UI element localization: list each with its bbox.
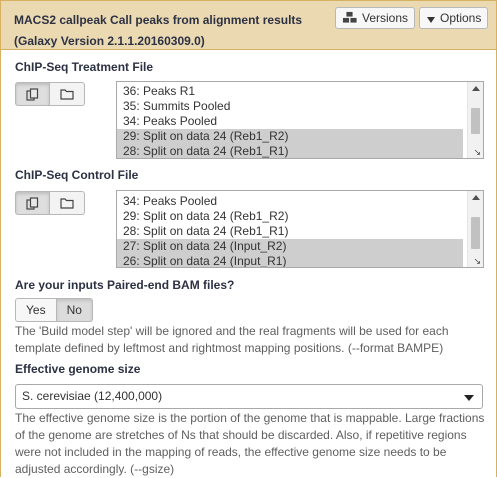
tool-title: MACS2 callpeak Call peaks from alignment…	[14, 10, 324, 52]
folder-icon	[60, 89, 74, 100]
control-option[interactable]: 29: Split on data 24 (Reb1_R2)	[117, 209, 463, 224]
treatment-select[interactable]: 36: Peaks R1 35: Summits Pooled 34: Peak…	[116, 81, 484, 159]
treatment-label: ChIP-Seq Treatment File	[15, 60, 154, 74]
options-button[interactable]: Options	[419, 7, 489, 29]
tool-header: MACS2 callpeak Call peaks from alignment…	[1, 1, 496, 50]
treatment-option-selected[interactable]: 29: Split on data 24 (Reb1_R2)	[117, 129, 463, 144]
control-option[interactable]: 28: Split on data 24 (Reb1_R1)	[117, 224, 463, 239]
control-mode-switch	[15, 191, 85, 215]
paired-yes-button[interactable]: Yes	[15, 298, 57, 322]
genome-size-value: S. cerevisiae (12,400,000)	[22, 389, 163, 403]
tool-title-version: (Galaxy Version 2.1.1.20160309.0)	[14, 34, 205, 48]
copy-icon	[26, 196, 39, 210]
treatment-option-selected[interactable]: 28: Split on data 24 (Reb1_R1)	[117, 144, 463, 158]
genome-size-select[interactable]: S. cerevisiae (12,400,000)	[15, 384, 483, 409]
control-option-selected[interactable]: 27: Split on data 24 (Input_R2)	[117, 239, 463, 254]
copy-icon	[26, 87, 39, 101]
treatment-options: 36: Peaks R1 35: Summits Pooled 34: Peak…	[117, 84, 463, 158]
options-label: Options	[440, 11, 482, 25]
control-scrollbar[interactable]: ↘	[467, 191, 483, 267]
genome-size-help: The effective genome size is the portion…	[15, 411, 485, 476]
treatment-option[interactable]: 36: Peaks R1	[117, 84, 463, 99]
control-options: 34: Peaks Pooled 29: Split on data 24 (R…	[117, 194, 463, 267]
paired-end-help: The 'Build model step' will be ignored a…	[15, 324, 449, 355]
control-collection-button[interactable]	[50, 191, 85, 215]
treatment-multiple-button[interactable]	[15, 82, 50, 106]
folder-icon	[60, 198, 74, 209]
resize-grip-icon[interactable]: ↘	[473, 257, 481, 266]
control-multiple-button[interactable]	[15, 191, 50, 215]
cubes-icon	[342, 11, 358, 24]
scroll-up-arrow-icon[interactable]	[472, 195, 480, 200]
chevron-down-icon[interactable]	[464, 395, 474, 401]
control-option-selected[interactable]: 26: Split on data 24 (Input_R1)	[117, 254, 463, 267]
treatment-collection-button[interactable]	[50, 82, 85, 106]
paired-end-label: Are your inputs Paired-end BAM files?	[15, 278, 235, 292]
treatment-option[interactable]: 35: Summits Pooled	[117, 99, 463, 114]
scrollbar-thumb[interactable]	[471, 217, 480, 249]
control-select[interactable]: 34: Peaks Pooled 29: Split on data 24 (R…	[116, 190, 484, 268]
tool-title-name: MACS2 callpeak Call peaks from alignment…	[14, 13, 303, 27]
treatment-mode-switch	[15, 82, 85, 106]
treatment-scrollbar[interactable]: ↘	[467, 82, 483, 158]
paired-no-button[interactable]: No	[56, 298, 93, 322]
control-label: ChIP-Seq Control File	[15, 168, 139, 182]
resize-grip-icon[interactable]: ↘	[473, 148, 481, 157]
tool-form-panel: MACS2 callpeak Call peaks from alignment…	[0, 0, 497, 477]
scroll-up-arrow-icon[interactable]	[472, 86, 480, 91]
genome-size-label: Effective genome size	[15, 362, 141, 376]
versions-label: Versions	[362, 11, 409, 25]
scrollbar-thumb[interactable]	[471, 108, 480, 134]
paired-end-toggle: Yes No	[15, 298, 93, 322]
versions-button[interactable]: Versions	[335, 7, 416, 29]
caret-down-icon	[427, 17, 435, 23]
control-option[interactable]: 34: Peaks Pooled	[117, 194, 463, 209]
treatment-option[interactable]: 34: Peaks Pooled	[117, 114, 463, 129]
